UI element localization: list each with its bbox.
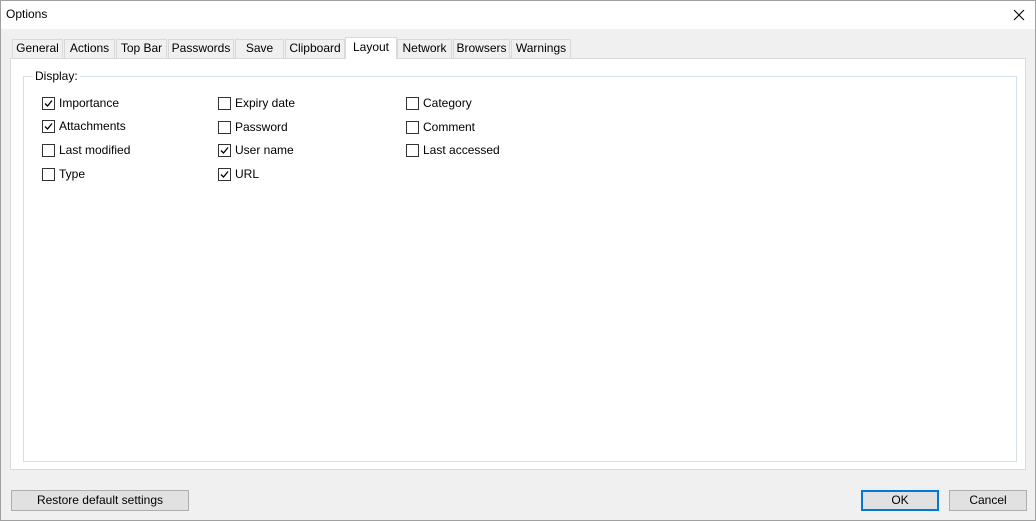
checkbox-password[interactable]: Password xyxy=(218,119,288,135)
checkbox-last-modified[interactable]: Last modified xyxy=(42,142,130,158)
tab-top-bar[interactable]: Top Bar xyxy=(116,39,167,58)
checkbox-label: Type xyxy=(59,167,86,181)
checkbox-type[interactable]: Type xyxy=(42,166,85,182)
checkbox-box[interactable] xyxy=(42,119,55,133)
tab-clipboard[interactable]: Clipboard xyxy=(285,39,345,58)
tab-warnings[interactable]: Warnings xyxy=(511,39,571,58)
tab-browsers[interactable]: Browsers xyxy=(453,39,510,58)
tab-general[interactable]: General xyxy=(12,39,63,58)
checkbox-box[interactable] xyxy=(406,96,419,110)
checkmark-icon xyxy=(220,146,229,154)
checkbox-box[interactable] xyxy=(218,120,231,134)
close-icon xyxy=(1013,9,1025,21)
checkbox-label: Attachments xyxy=(59,119,126,133)
checkbox-box[interactable] xyxy=(406,143,419,157)
checkbox-label: Last accessed xyxy=(423,143,500,157)
checkbox-label: Category xyxy=(423,96,472,110)
checkbox-expiry-date[interactable]: Expiry date xyxy=(218,95,295,111)
checkbox-label: User name xyxy=(235,143,294,157)
checkbox-label: URL xyxy=(235,167,260,181)
checkbox-box[interactable] xyxy=(406,120,419,134)
checkbox-box[interactable] xyxy=(218,167,231,181)
options-dialog: Options General Actions Top Bar Password… xyxy=(0,0,1036,521)
restore-defaults-button[interactable]: Restore default settings xyxy=(11,490,189,511)
checkbox-user-name[interactable]: User name xyxy=(218,142,294,158)
checkbox-label: Expiry date xyxy=(235,96,296,110)
checkbox-comment[interactable]: Comment xyxy=(406,119,475,135)
tab-network[interactable]: Network xyxy=(397,39,452,58)
display-groupbox: Display: Importance Attachments Last mod… xyxy=(23,70,1017,462)
tab-layout[interactable]: Layout xyxy=(345,37,397,59)
checkmark-icon xyxy=(44,99,53,107)
checkbox-box[interactable] xyxy=(218,143,231,157)
cancel-button[interactable]: Cancel xyxy=(949,490,1027,511)
checkbox-box[interactable] xyxy=(42,96,55,110)
checkbox-attachments[interactable]: Attachments xyxy=(42,118,126,134)
checkbox-label: Comment xyxy=(423,120,476,134)
title-bar: Options xyxy=(1,1,1035,29)
checkmark-icon xyxy=(44,122,53,130)
checkbox-label: Password xyxy=(235,120,288,134)
checkbox-box[interactable] xyxy=(42,143,55,157)
close-button[interactable] xyxy=(1003,1,1035,29)
tab-save[interactable]: Save xyxy=(235,39,284,58)
window-title: Options xyxy=(6,7,48,21)
checkbox-importance[interactable]: Importance xyxy=(42,95,119,111)
tab-passwords[interactable]: Passwords xyxy=(168,39,234,58)
checkbox-last-accessed[interactable]: Last accessed xyxy=(406,142,500,158)
ok-button[interactable]: OK xyxy=(861,490,939,511)
checkbox-url[interactable]: URL xyxy=(218,166,259,182)
checkbox-box[interactable] xyxy=(42,167,55,181)
checkmark-icon xyxy=(220,170,229,178)
tab-actions[interactable]: Actions xyxy=(64,39,115,58)
checkbox-box[interactable] xyxy=(218,96,231,110)
checkbox-label: Last modified xyxy=(59,143,131,157)
checkbox-category[interactable]: Category xyxy=(406,95,472,111)
checkbox-label: Importance xyxy=(59,96,120,110)
display-group-label: Display: xyxy=(33,69,80,83)
layout-tab-panel: Display: Importance Attachments Last mod… xyxy=(10,58,1026,470)
